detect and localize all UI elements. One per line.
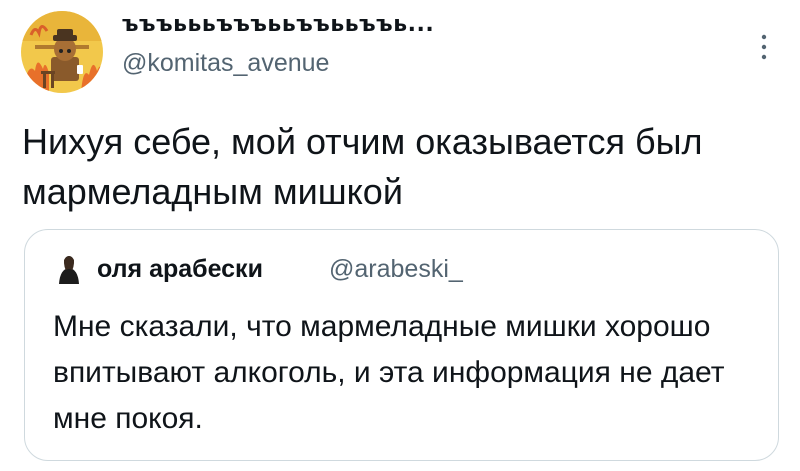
author-handle[interactable]: @komitas_avenue: [122, 49, 329, 78]
more-vertical-icon[interactable]: [757, 30, 771, 64]
tweet-text: Нихуя себе, мой отчим оказывается был ма…: [22, 121, 703, 212]
quote-author-handle[interactable]: @arabeski_: [329, 255, 463, 284]
author-avatar[interactable]: [21, 11, 103, 93]
person-silhouette-icon: [59, 256, 79, 284]
quoted-tweet[interactable]: оля арабески @arabeski_ Мне сказали, что…: [24, 229, 779, 461]
author-display-name[interactable]: ъъъьььъъъььъъььъъь...: [122, 12, 434, 37]
this-is-fine-dog-icon: [21, 11, 103, 93]
quote-author-display-name[interactable]: оля арабески: [97, 255, 263, 284]
quote-author-avatar[interactable]: [56, 254, 82, 284]
tweet: ъъъьььъъъььъъььъъь... @komitas_avenue Ни…: [0, 0, 800, 471]
quote-text: Мне сказали, что мармеладные мишки хорош…: [53, 310, 725, 435]
